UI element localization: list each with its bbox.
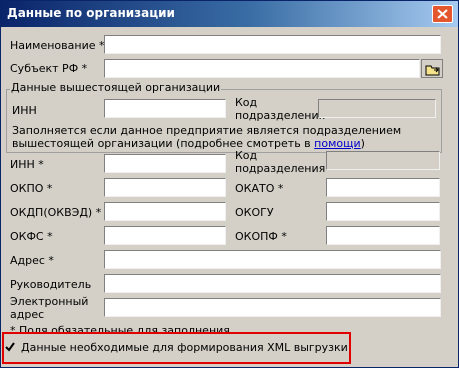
parent-org-group-title: Данные вышестоящей организации — [10, 81, 222, 94]
parent-code-label: Код подразделения — [235, 96, 326, 122]
okpo-label: ОКПО * — [10, 182, 53, 195]
help-link[interactable]: помощи — [314, 137, 360, 150]
parent-hint-end: ) — [360, 137, 365, 150]
organization-dialog: Данные по организации Наименование * Суб… — [0, 0, 459, 368]
okdp-input[interactable] — [104, 202, 226, 221]
required-fields-note: * Поля обязательные для заполнения — [10, 324, 230, 332]
address-label: Адрес * — [10, 254, 54, 267]
okato-label: ОКАТО * — [235, 182, 284, 195]
name-input[interactable] — [104, 35, 441, 54]
email-input[interactable] — [104, 298, 441, 317]
folder-browse-icon — [425, 65, 440, 76]
parent-inn-label: ИНН — [12, 104, 37, 117]
email-label: Электронный адрес — [10, 295, 89, 321]
parent-inn-input[interactable] — [104, 99, 226, 118]
code-input[interactable] — [326, 151, 440, 170]
parent-hint-text: Заполняется если данное предприятие явля… — [12, 124, 438, 150]
okogu-label: ОКОГУ — [235, 206, 274, 219]
name-label: Наименование * — [10, 39, 105, 52]
xml-checkbox-label[interactable]: Данные необходимые для формирования XML … — [21, 341, 348, 354]
okopf-label: ОКОПФ * — [235, 230, 287, 243]
okdp-label: ОКДП(ОКВЭД) * — [10, 206, 102, 219]
okpo-input[interactable] — [104, 178, 226, 197]
title-bar[interactable]: Данные по организации — [1, 1, 458, 27]
head-label: Руководитель — [10, 278, 92, 291]
okogu-input[interactable] — [326, 202, 440, 221]
inn-label: ИНН * — [10, 158, 44, 171]
subject-input[interactable] — [104, 59, 420, 78]
subject-label: Субъект РФ * — [10, 62, 88, 75]
subject-select-button[interactable] — [421, 59, 443, 78]
checkbox-checked-icon[interactable] — [5, 342, 15, 352]
okopf-input[interactable] — [326, 226, 440, 245]
code-label: Код подразделения — [235, 149, 326, 175]
close-icon — [437, 9, 448, 19]
okfs-label: ОКФС * — [10, 230, 53, 243]
window-title: Данные по организации — [7, 6, 175, 20]
parent-code-input[interactable] — [318, 99, 436, 118]
address-input[interactable] — [104, 250, 441, 269]
okato-input[interactable] — [326, 178, 440, 197]
okfs-input[interactable] — [104, 226, 226, 245]
close-button[interactable] — [432, 5, 453, 23]
head-input[interactable] — [104, 274, 441, 293]
inn-input[interactable] — [104, 154, 226, 173]
